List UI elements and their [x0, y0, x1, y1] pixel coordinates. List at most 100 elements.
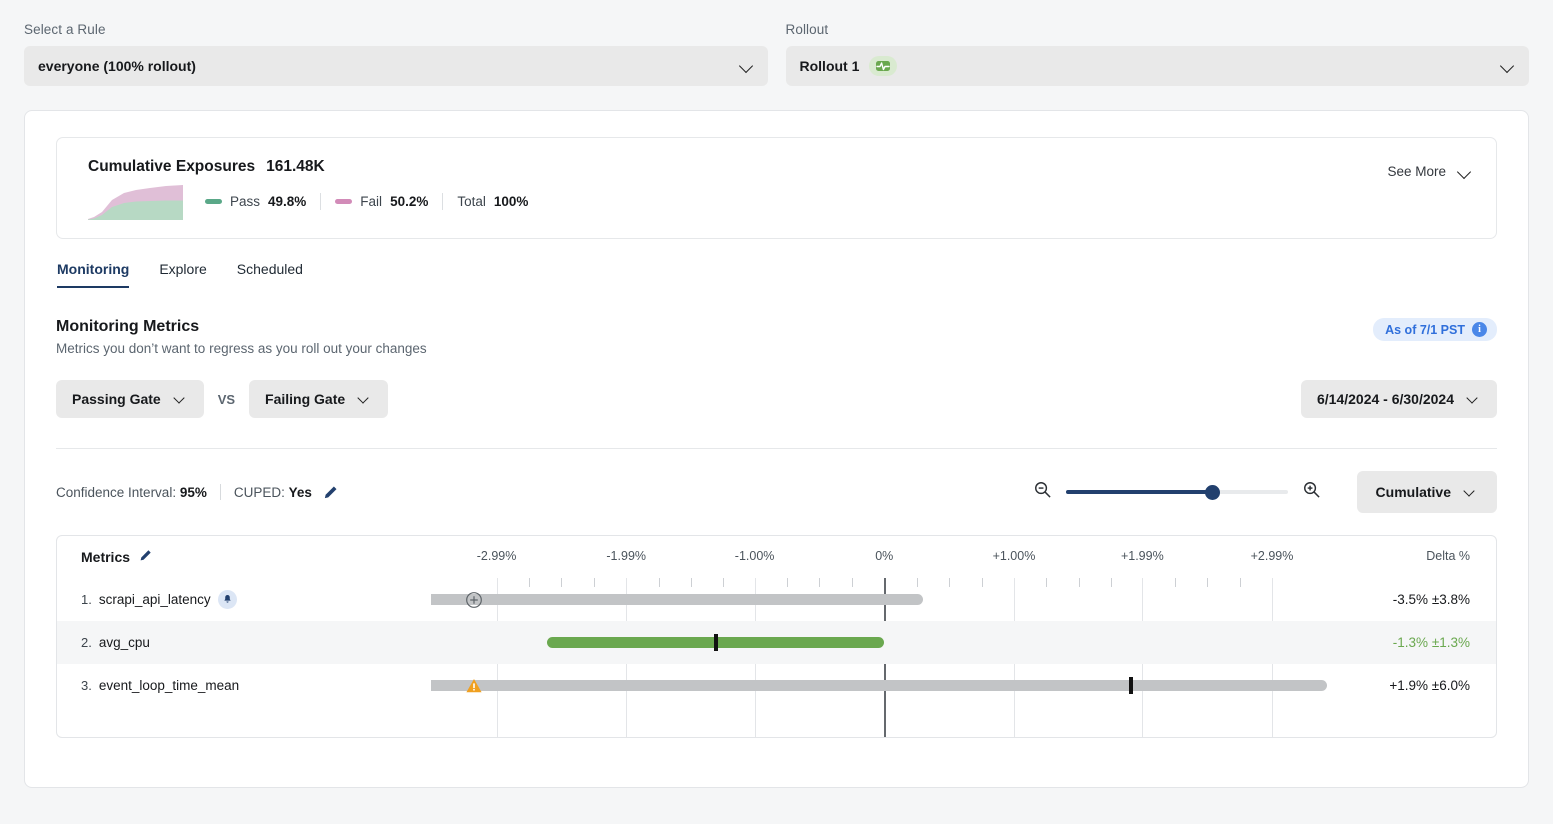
exposures-left: Cumulative Exposures 161.48K Pass 49.8% …	[88, 158, 1387, 220]
rollout-label: Rollout	[785, 22, 829, 37]
zoom-controls	[1033, 480, 1321, 504]
legend-item-fail: Fail 50.2%	[321, 194, 442, 209]
page-title: Monitoring Metrics	[56, 318, 200, 335]
exposures-value: 161.48K	[266, 158, 325, 175]
metric-name: event_loop_time_mean	[98, 678, 240, 693]
tab-monitoring[interactable]: Monitoring	[57, 261, 130, 288]
metric-name: avg_cpu	[98, 635, 150, 650]
view-mode-select[interactable]: Cumulative	[1356, 471, 1497, 513]
zoom-slider[interactable]	[1065, 484, 1288, 500]
axis-tick-label: +1.00%	[992, 549, 1036, 563]
see-more-button[interactable]: See More	[1387, 164, 1472, 179]
rollout-select-group: Rollout Rollout 1	[785, 22, 1529, 86]
row-index: 2.	[81, 635, 92, 650]
metrics-table-body: 1. scrapi_api_latency -3.5% ±3.8% 2. avg…	[57, 578, 1496, 737]
info-icon: i	[1472, 322, 1487, 337]
delta-point-marker	[713, 634, 718, 651]
delta-value: +1.9% ±6.0%	[1389, 678, 1470, 693]
metric-name-cell: 1. scrapi_api_latency	[57, 590, 433, 609]
legend-label-fail: Fail	[360, 193, 383, 209]
cumulative-exposures-panel: Cumulative Exposures 161.48K Pass 49.8% …	[56, 137, 1497, 239]
chevron-down-icon	[358, 392, 372, 406]
confidence-interval-value: 95%	[179, 484, 207, 500]
delta-value: -3.5% ±3.8%	[1392, 592, 1470, 607]
metric-name: scrapi_api_latency	[98, 592, 211, 607]
section-divider	[56, 448, 1497, 449]
table-footer-spacer	[57, 707, 1496, 737]
view-mode-label: Cumulative	[1375, 484, 1451, 500]
delta-column-header: Delta %	[1426, 549, 1470, 563]
cuped-text: CUPED:	[233, 484, 285, 500]
confidence-interval-bar	[431, 680, 1327, 691]
chevron-down-icon	[1458, 165, 1472, 179]
confidence-interval-text: Confidence Interval:	[56, 484, 177, 500]
cuped-value: Yes	[288, 484, 312, 500]
chevron-down-icon	[174, 392, 188, 406]
page-subtitle: Metrics you don’t want to regress as you…	[56, 341, 427, 356]
legend-label-total: Total	[457, 193, 486, 209]
plus-circle-icon[interactable]	[465, 591, 483, 609]
tab-explore[interactable]: Explore	[159, 261, 206, 288]
table-row[interactable]: 3. event_loop_time_mean +1.9% ±6.0%	[57, 664, 1496, 707]
gate-comparison-row: Passing Gate VS Failing Gate 6/14/2024 -…	[56, 380, 1497, 418]
axis-tick-label: +2.99%	[1250, 549, 1294, 563]
legend-item-total: Total 100%	[443, 194, 542, 209]
rule-select-group: Select a Rule everyone (100% rollout)	[24, 22, 768, 86]
row-index: 1.	[81, 592, 92, 607]
zoom-out-icon[interactable]	[1033, 480, 1052, 504]
metrics-table: Metrics -2.99% -1.99% -1.00% 0% +1.00% +1.99%…	[56, 535, 1497, 738]
zoom-in-icon[interactable]	[1302, 480, 1321, 504]
table-row[interactable]: 2. avg_cpu -1.3% ±1.3%	[57, 621, 1496, 664]
legend-label-pass: Pass	[230, 193, 261, 209]
vs-label: VS	[217, 391, 236, 407]
date-range-label: 6/14/2024 - 6/30/2024	[1316, 391, 1454, 407]
section-header-text: Monitoring Metrics Metrics you don’t wan…	[56, 318, 427, 356]
delta-point-marker	[1128, 677, 1133, 694]
controls-divider	[219, 484, 221, 500]
see-more-label: See More	[1387, 164, 1446, 179]
section-header: Monitoring Metrics Metrics you don’t wan…	[56, 318, 1497, 356]
pencil-icon[interactable]	[139, 549, 152, 565]
as-of-label: As of 7/1 PST	[1385, 322, 1465, 337]
confidence-interval-bar	[431, 594, 924, 605]
warning-icon[interactable]	[465, 677, 483, 695]
rollout-selected-value: Rollout 1	[799, 58, 860, 74]
tab-bar: Monitoring Explore Scheduled	[56, 261, 1497, 288]
passing-gate-select[interactable]: Passing Gate	[56, 380, 204, 418]
table-row[interactable]: 1. scrapi_api_latency -3.5% ±3.8%	[57, 578, 1496, 621]
rollout-select[interactable]: Rollout 1	[785, 46, 1529, 86]
rule-rollout-selectors: Select a Rule everyone (100% rollout) Ro…	[0, 0, 1553, 86]
metrics-table-header: Metrics -2.99% -1.99% -1.00% 0% +1.00% +1.99%…	[57, 536, 1496, 578]
chevron-down-icon	[1467, 392, 1481, 406]
rule-selected-value: everyone (100% rollout)	[38, 58, 196, 74]
chevron-down-icon	[740, 59, 754, 73]
date-range-select[interactable]: 6/14/2024 - 6/30/2024	[1300, 380, 1497, 418]
row-index: 3.	[81, 678, 92, 693]
legend-value-total: 100%	[493, 193, 529, 209]
pulse-icon	[869, 56, 898, 76]
axis-tick-label: -2.99%	[476, 549, 517, 563]
tab-scheduled[interactable]: Scheduled	[237, 261, 303, 288]
passing-gate-label: Passing Gate	[72, 391, 161, 407]
exposures-sparkline	[88, 185, 183, 220]
exposures-title-row: Cumulative Exposures 161.48K	[88, 158, 1387, 176]
axis-tick-label: 0%	[875, 549, 894, 563]
exposures-title: Cumulative Exposures	[88, 158, 256, 175]
zoom-slider-thumb[interactable]	[1204, 484, 1220, 500]
axis-tick-label: +1.99%	[1120, 549, 1164, 563]
failing-gate-select[interactable]: Failing Gate	[249, 380, 389, 418]
as-of-badge[interactable]: As of 7/1 PST i	[1373, 318, 1497, 341]
chevron-down-icon	[1464, 485, 1478, 499]
legend-swatch-pass	[205, 198, 222, 204]
monitoring-card: Cumulative Exposures 161.48K Pass 49.8% …	[24, 110, 1529, 788]
failing-gate-label: Failing Gate	[265, 391, 346, 407]
pencil-icon[interactable]	[323, 485, 338, 500]
metric-name-cell: 3. event_loop_time_mean	[57, 678, 433, 693]
bell-icon[interactable]	[217, 590, 237, 609]
rule-label: Select a Rule	[24, 22, 106, 37]
axis-tick-label: -1.99%	[606, 549, 647, 563]
confidence-interval-label: Confidence Interval: 95%	[56, 485, 207, 500]
rule-select[interactable]: everyone (100% rollout)	[24, 46, 768, 86]
legend-swatch-fail	[335, 198, 353, 204]
zoom-slider-fill	[1065, 490, 1213, 494]
